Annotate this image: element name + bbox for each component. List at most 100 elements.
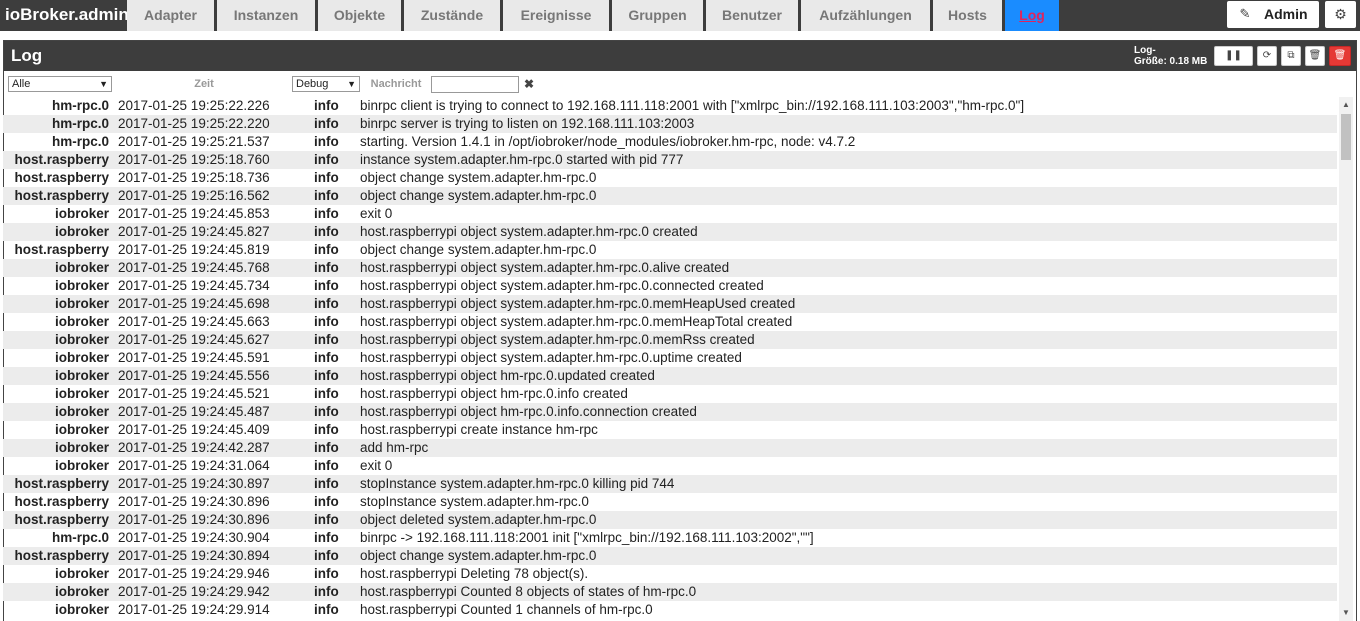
log-time: 2017-01-25 19:24:45.487	[118, 404, 270, 419]
tab-objekte[interactable]: Objekte	[318, 0, 404, 31]
log-row: host.raspberry 2017-01-25 19:24:45.819 inf…	[3, 241, 1337, 259]
log-row: iobroker 2017-01-25 19:24:45.698 info host.…	[3, 295, 1337, 313]
log-time: 2017-01-25 19:24:45.853	[118, 206, 270, 221]
log-panel-header: Log Log- Größe: 0.18 MB ❚❚ ⟳ ⧉ 🗑 🗑	[4, 41, 1356, 71]
log-message: object change system.adapter.hm-rpc.0	[360, 170, 597, 185]
tab-gruppen[interactable]: Gruppen	[612, 0, 706, 31]
log-time: 2017-01-25 19:24:30.896	[118, 512, 270, 527]
log-time: 2017-01-25 19:25:22.220	[118, 116, 270, 131]
log-level: info	[314, 512, 339, 527]
log-level: info	[314, 548, 339, 563]
log-source: host.raspberry	[14, 548, 109, 563]
tab-benutzer[interactable]: Benutzer	[706, 0, 801, 31]
source-filter-value: Alle	[12, 78, 31, 90]
pause-button[interactable]: ❚❚	[1214, 46, 1253, 66]
log-source: iobroker	[54, 566, 109, 581]
log-level: info	[314, 260, 339, 275]
scroll-thumb[interactable]	[1341, 114, 1351, 160]
scroll-up-icon[interactable]: ▲	[1339, 97, 1353, 113]
tab-ereignisse[interactable]: Ereignisse	[503, 0, 612, 31]
log-message: binrpc server is trying to listen on 192…	[360, 116, 695, 131]
pencil-icon: ✎	[1239, 6, 1251, 21]
log-source: iobroker	[54, 458, 109, 473]
log-source: iobroker	[54, 314, 109, 329]
settings-button[interactable]: ⚙	[1325, 1, 1356, 28]
delete-icon: 🗑	[1333, 50, 1347, 61]
level-filter-value: Debug	[296, 78, 329, 90]
filter-row: Alle ▼ Zeit Debug ▼ Nachricht ✖	[4, 74, 1356, 96]
log-source: iobroker	[54, 422, 109, 437]
log-level: info	[314, 386, 339, 401]
tab-aufzaehlungen[interactable]: Aufzählungen	[801, 0, 933, 31]
log-row: host.raspberry 2017-01-25 19:25:16.562 inf…	[3, 187, 1337, 205]
log-message: add hm-rpc	[360, 440, 429, 455]
app-brand[interactable]: ioBroker.admin	[0, 0, 129, 31]
log-row: iobroker 2017-01-25 19:24:45.768 info host.…	[3, 259, 1337, 277]
log-level: info	[314, 422, 339, 437]
log-source: iobroker	[54, 602, 109, 617]
clear-log-button[interactable]: 🗑	[1305, 46, 1325, 66]
log-source: hm-rpc.0	[51, 530, 109, 545]
refresh-icon: ⟳	[1262, 50, 1272, 61]
log-row: iobroker 2017-01-25 19:24:45.556 info host.…	[3, 367, 1337, 385]
tab-instanzen[interactable]: Instanzen	[217, 0, 318, 31]
log-level: info	[314, 242, 339, 257]
log-message: object change system.adapter.hm-rpc.0	[360, 548, 597, 563]
log-message: object deleted system.adapter.hm-rpc.0	[360, 512, 597, 527]
log-row: host.raspberry 2017-01-25 19:25:18.736 inf…	[3, 169, 1337, 187]
tab-hosts[interactable]: Hosts	[933, 0, 1005, 31]
main-tabs: Adapter Instanzen Objekte Zustände Ereig…	[127, 0, 1062, 31]
tab-adapter[interactable]: Adapter	[127, 0, 217, 31]
time-column-header: Zeit	[194, 78, 214, 90]
log-message: stopInstance system.adapter.hm-rpc.0 kil…	[360, 476, 675, 491]
log-level: info	[314, 314, 339, 329]
log-row: iobroker 2017-01-25 19:24:29.946 info host.…	[3, 565, 1337, 583]
log-time: 2017-01-25 19:24:31.064	[118, 458, 270, 473]
log-time: 2017-01-25 19:24:45.827	[118, 224, 270, 239]
log-time: 2017-01-25 19:25:16.562	[118, 188, 270, 203]
top-navbar: ioBroker.admin Adapter Instanzen Objekte…	[0, 0, 1360, 31]
tab-log[interactable]: Log	[1005, 0, 1062, 31]
level-filter-select[interactable]: Debug ▼	[292, 76, 360, 92]
log-time: 2017-01-25 19:24:29.946	[118, 566, 270, 581]
log-row: host.raspberry 2017-01-25 19:24:30.896 inf…	[3, 511, 1337, 529]
log-row: iobroker 2017-01-25 19:24:45.734 info host.…	[3, 277, 1337, 295]
delete-log-button[interactable]: 🗑	[1329, 46, 1351, 66]
panel-title: Log	[11, 46, 43, 65]
log-source: iobroker	[54, 206, 109, 221]
log-row: iobroker 2017-01-25 19:24:45.521 info host.…	[3, 385, 1337, 403]
log-message: binrpc client is trying to connect to 19…	[360, 98, 1025, 113]
log-row: iobroker 2017-01-25 19:24:45.663 info host.…	[3, 313, 1337, 331]
source-filter-select[interactable]: Alle ▼	[8, 76, 112, 92]
clear-icon: 🗑	[1308, 50, 1322, 61]
log-message: host.raspberrypi object system.adapter.h…	[360, 278, 764, 293]
log-row: hm-rpc.0 2017-01-25 19:24:30.904 info binrp…	[3, 529, 1337, 547]
log-time: 2017-01-25 19:24:30.904	[118, 530, 270, 545]
clear-filter-icon[interactable]: ✖	[524, 77, 534, 92]
log-row: iobroker 2017-01-25 19:24:45.627 info host.…	[3, 331, 1337, 349]
log-source: iobroker	[54, 278, 109, 293]
log-time: 2017-01-25 19:24:45.627	[118, 332, 270, 347]
tab-zustaende[interactable]: Zustände	[404, 0, 503, 31]
log-scrollbar[interactable]: ▲ ▼	[1339, 97, 1353, 621]
refresh-button[interactable]: ⟳	[1257, 46, 1277, 66]
log-level: info	[314, 134, 339, 149]
log-source: iobroker	[54, 404, 109, 419]
admin-button[interactable]: ✎ Admin	[1227, 1, 1319, 28]
log-message: exit 0	[360, 206, 393, 221]
log-time: 2017-01-25 19:24:45.819	[118, 242, 270, 257]
log-source: iobroker	[54, 386, 109, 401]
log-message: object change system.adapter.hm-rpc.0	[360, 188, 597, 203]
log-level: info	[314, 566, 339, 581]
log-level: info	[314, 530, 339, 545]
log-level: info	[314, 602, 339, 617]
message-filter-input[interactable]	[431, 76, 519, 93]
log-message: host.raspberrypi create instance hm-rpc	[360, 422, 598, 437]
scroll-down-icon[interactable]: ▼	[1339, 605, 1353, 621]
log-time: 2017-01-25 19:24:30.897	[118, 476, 270, 491]
log-source: hm-rpc.0	[51, 98, 109, 113]
log-time: 2017-01-25 19:24:30.894	[118, 548, 270, 563]
log-message: starting. Version 1.4.1 in /opt/iobroker…	[360, 134, 856, 149]
copy-button[interactable]: ⧉	[1281, 46, 1301, 66]
log-level: info	[314, 440, 339, 455]
